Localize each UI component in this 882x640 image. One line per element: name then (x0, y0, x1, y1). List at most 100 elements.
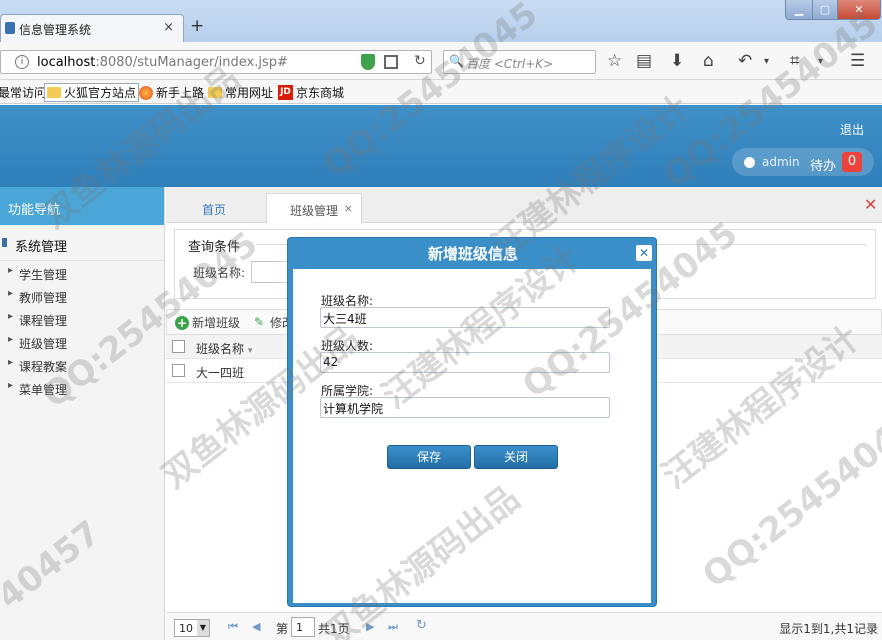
last-page-icon[interactable]: ⏭ (388, 620, 398, 634)
site-info-icon[interactable]: i (15, 55, 29, 69)
app-header: 退出 admin 待办 0 (0, 105, 882, 187)
logout-link[interactable]: 退出 (840, 121, 864, 138)
column-header-label: 班级名称 (196, 342, 245, 356)
undo-dropdown-icon[interactable]: ▾ (764, 56, 769, 67)
tab-class-management[interactable]: 班级管理 × (266, 193, 362, 223)
todo-label[interactable]: 待办 (810, 155, 836, 174)
bookmark-label: 火狐官方站点 (64, 86, 137, 100)
url-bar[interactable]: i localhost:8080/stuManager/index.jsp# ↻ (0, 50, 432, 74)
jd-icon: JD (278, 85, 293, 100)
sidebar-group-system[interactable]: 系统管理 (0, 225, 164, 261)
search-icon: 🔍 (449, 54, 464, 68)
bookmark-label: 最常访问 (0, 86, 47, 100)
user-name[interactable]: admin (762, 155, 800, 169)
page-word: 第 (276, 622, 289, 636)
page-favicon-icon (5, 22, 15, 34)
add-class-button[interactable]: + 新增班级 (175, 314, 240, 331)
window-maximize-button[interactable]: ▢ (812, 0, 838, 20)
bookmarks-bar: 最常访问 火狐官方站点 新手上路 常用网址 JD 京东商城 (0, 80, 882, 104)
bookmark-star-icon[interactable]: ☆ (607, 51, 622, 71)
url-host: localhost (37, 55, 96, 70)
tab-close-icon[interactable]: × (163, 20, 174, 35)
reload-icon[interactable]: ↻ (414, 53, 426, 69)
class-size-field[interactable]: 42 (320, 352, 610, 373)
browser-tab[interactable]: 信息管理系统 × (0, 14, 184, 42)
sidebar-title: 功能导航 (0, 187, 164, 225)
sidebar-item-teachers[interactable]: 教师管理 (0, 284, 164, 307)
next-page-icon[interactable]: ▶ (366, 620, 374, 633)
bookmark-jd[interactable]: JD 京东商城 (278, 84, 344, 101)
sidebar-item-courses[interactable]: 课程管理 (0, 307, 164, 330)
menu-icon[interactable]: ☰ (850, 51, 865, 71)
reading-list-icon[interactable]: ▤ (636, 51, 652, 71)
url-path: :8080/stuManager/index.jsp# (95, 55, 288, 70)
browser-tab-title: 信息管理系统 (19, 23, 92, 37)
plus-icon: + (175, 315, 189, 330)
window-close-button[interactable]: ✕ (837, 0, 881, 20)
row-checkbox[interactable] (172, 364, 185, 377)
page-total: 共1页 (318, 622, 350, 636)
folder-icon (208, 87, 222, 98)
url-text[interactable]: localhost:8080/stuManager/index.jsp# (37, 55, 288, 70)
college-field[interactable]: 计算机学院 (320, 397, 610, 418)
dialog-close-icon[interactable]: ✕ (636, 245, 652, 261)
sidebar: 功能导航 系统管理 学生管理 教师管理 课程管理 班级管理 课程教案 菜单管理 (0, 187, 165, 640)
tab-close-icon[interactable]: × (344, 202, 353, 215)
main-tabs: 首页 班级管理 × ✕ (166, 187, 882, 223)
user-icon (744, 157, 755, 168)
todo-count-badge[interactable]: 0 (842, 152, 862, 172)
query-class-name-label: 班级名称: (193, 266, 246, 280)
chevron-down-icon: ▼ (197, 620, 209, 636)
close-all-tabs-icon[interactable]: ✕ (864, 195, 877, 214)
crop-dropdown-icon[interactable]: ▾ (818, 56, 823, 67)
sidebar-item-students[interactable]: 学生管理 (0, 261, 164, 284)
sort-icon: ▾ (247, 346, 253, 356)
cell-class-name: 大一四班 (196, 366, 245, 380)
folder-icon (47, 87, 61, 98)
sidebar-item-classes[interactable]: 班级管理 (0, 330, 164, 353)
save-button[interactable]: 保存 (387, 445, 471, 469)
column-header-class-name[interactable]: 班级名称 ▾ (196, 340, 252, 357)
browser-titlebar: 信息管理系统 × + ▁ ▢ ✕ (0, 0, 882, 42)
download-icon[interactable]: ⬇ (670, 51, 684, 71)
query-title: 查询条件 (188, 236, 241, 255)
bookmark-common-sites[interactable]: 常用网址 (208, 84, 273, 101)
class-name-field[interactable]: 大三4班 (320, 307, 610, 328)
bookmark-label: 京东商城 (296, 86, 345, 100)
undo-icon[interactable]: ↶ (738, 51, 752, 71)
bookmark-firefox-site[interactable]: 火狐官方站点 (44, 83, 140, 102)
refresh-icon[interactable]: ↻ (416, 618, 427, 633)
window-minimize-button[interactable]: ▁ (785, 0, 813, 20)
sidebar-item-lesson-plans[interactable]: 课程教案 (0, 353, 164, 376)
first-page-icon[interactable]: ⏮ (228, 620, 238, 634)
search-bar[interactable]: 🔍 百度 <Ctrl+K> (443, 50, 596, 74)
page-info: 显示1到1,共1记录 (779, 622, 878, 636)
pencil-icon: ✎ (254, 315, 265, 329)
tab-home[interactable]: 首页 (166, 193, 262, 223)
qr-code-icon[interactable] (384, 55, 398, 69)
dialog-body: 班级名称: 大三4班 班级人数: 42 所属学院: 计算机学院 保存 关闭 (293, 269, 651, 603)
add-class-label: 新增班级 (192, 316, 241, 330)
bookmark-getting-started[interactable]: 新手上路 (139, 84, 204, 101)
tab-label: 班级管理 (289, 204, 338, 218)
dialog-title: 新增班级信息 (427, 245, 518, 263)
bookmark-label: 常用网址 (225, 86, 274, 100)
bookmark-label: 新手上路 (156, 86, 205, 100)
screenshot-crop-icon[interactable]: ⌗ (790, 51, 800, 71)
select-all-checkbox[interactable] (172, 340, 185, 353)
close-button[interactable]: 关闭 (474, 445, 558, 469)
firefox-icon (139, 85, 153, 100)
page-number-input[interactable]: 1 (291, 617, 315, 637)
home-icon[interactable]: ⌂ (703, 51, 714, 71)
browser-navbar: i localhost:8080/stuManager/index.jsp# ↻… (0, 42, 882, 80)
sidebar-item-menus[interactable]: 菜单管理 (0, 376, 164, 399)
prev-page-icon[interactable]: ◀ (252, 620, 260, 633)
search-placeholder: 百度 <Ctrl+K> (466, 57, 554, 71)
add-class-dialog: 新增班级信息 ✕ 班级名称: 大三4班 班级人数: 42 所属学院: 计算机学院… (287, 237, 657, 607)
user-box: admin 待办 0 (732, 148, 874, 176)
page-size-select[interactable]: 10 ▼ (174, 619, 210, 637)
bookmark-most-visited[interactable]: 最常访问 (0, 84, 46, 101)
new-tab-button[interactable]: + (190, 16, 204, 36)
shield-icon[interactable] (361, 54, 375, 70)
page-size-value: 10 (179, 622, 193, 635)
